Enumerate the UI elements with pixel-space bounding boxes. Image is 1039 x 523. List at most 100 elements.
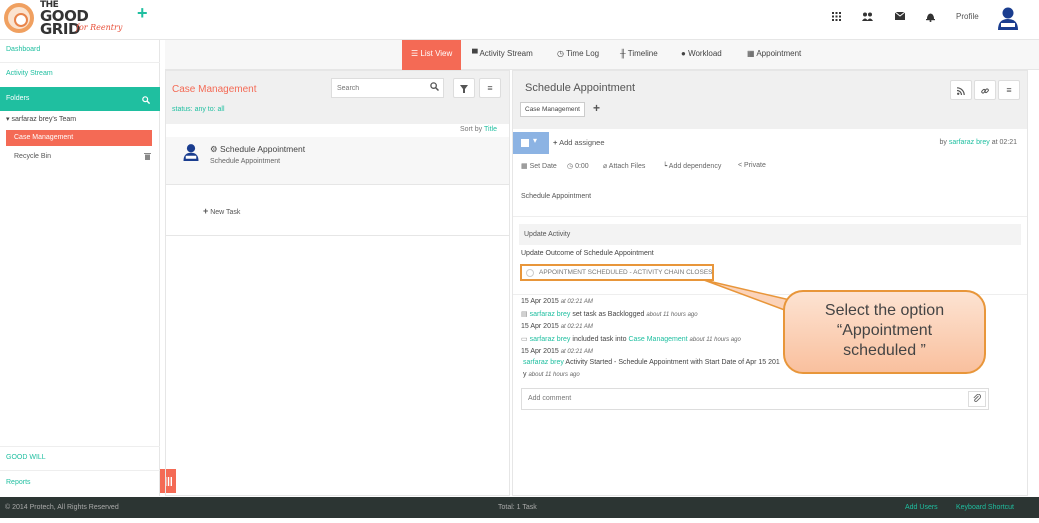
attach-button[interactable] (968, 391, 986, 407)
log-user-link[interactable]: sarfaraz brey (523, 359, 564, 366)
attach-files-button[interactable]: ⌀ Attach Files (603, 162, 645, 170)
add-assignee-button[interactable]: + Add assignee (553, 138, 605, 147)
add-users-link[interactable]: Add Users (905, 497, 938, 518)
sidebar-item-dashboard[interactable]: Dashboard (6, 46, 40, 53)
log-user-link[interactable]: sarfaraz brey (530, 336, 571, 343)
created-by: by sarfaraz brey at 02:21 (940, 139, 1017, 146)
status-checkbox-dropdown[interactable] (513, 132, 549, 154)
time-value: 0:00 (575, 163, 589, 170)
task-avatar (182, 143, 200, 161)
set-date-label: Set Date (529, 163, 557, 170)
log-ago: about 11 hours ago (528, 372, 580, 378)
new-task-button[interactable]: + New Task (203, 206, 240, 216)
log-entry: ▭ sarfaraz brey included task into Case … (521, 335, 741, 343)
tab-label: Workload (688, 49, 722, 58)
appointment-scheduled-option[interactable]: APPOINTMENT SCHEDULED - ACTIVITY CHAIN C… (520, 264, 714, 281)
sort-control[interactable]: Sort by Title (460, 126, 497, 133)
sort-field[interactable]: Title (484, 126, 497, 133)
add-plus-icon[interactable]: + (137, 3, 148, 24)
divider (166, 235, 509, 236)
plus-icon: + (203, 206, 209, 216)
logo-subtitle: for Reentry (76, 23, 123, 32)
new-task-label: New Task (210, 209, 241, 216)
timeline-icon: ╫ (620, 49, 626, 58)
mail-icon[interactable] (894, 11, 906, 23)
search-input[interactable] (332, 79, 422, 97)
folder-tag[interactable]: Case Management (520, 102, 585, 117)
search-icon[interactable] (430, 82, 440, 93)
profile-link[interactable]: Profile (956, 12, 979, 21)
bell-icon[interactable] (926, 12, 935, 25)
filter-icon (460, 83, 468, 93)
set-date-button[interactable]: ▦ Set Date (521, 162, 557, 170)
sidebar-item-good-will[interactable]: GOOD WILL (6, 454, 46, 461)
sidebar-item-reports[interactable]: Reports (6, 479, 31, 486)
paperclip-icon: ⌀ (603, 163, 608, 170)
task-title[interactable]: ⚙ Schedule Appointment (210, 144, 305, 155)
task-description[interactable]: Schedule Appointment (521, 193, 591, 200)
task-detail-title[interactable]: Schedule Appointment (525, 82, 635, 94)
caret-down-icon: ▾ (6, 116, 10, 123)
view-tabs: ☰ List View ▀ Activity Stream ◷ Time Log… (165, 40, 1039, 70)
update-activity-header: Update Activity (519, 224, 1021, 245)
calendar-icon: ▦ (747, 49, 755, 58)
keyboard-shortcut-link[interactable]: Keyboard Shortcut (956, 497, 1014, 518)
sidebar-divider (0, 62, 160, 63)
task-list-panel: Case Management status: any to: all ≡ So… (165, 70, 510, 496)
footer: © 2014 Protech, All Rights Reserved Tota… (0, 497, 1039, 518)
sidebar-folders-header[interactable]: Folders (0, 87, 160, 111)
attach-files-label: Attach Files (608, 163, 646, 170)
log-folder-link[interactable]: Case Management (628, 336, 687, 343)
tab-time-log[interactable]: ◷ Time Log (557, 40, 599, 70)
task-subtitle: Schedule Appointment (210, 158, 281, 165)
copyright: © 2014 Protech, All Rights Reserved (5, 504, 119, 511)
sidebar-item-recycle-bin[interactable]: Recycle Bin (14, 153, 51, 160)
users-icon[interactable] (862, 12, 873, 24)
trash-icon[interactable] (144, 152, 151, 162)
rss-button[interactable] (950, 80, 972, 100)
menu-button[interactable]: ≡ (998, 80, 1020, 100)
log-user-link[interactable]: sarfaraz brey (530, 311, 571, 318)
dependency-icon: ┕ (663, 163, 668, 170)
task-total: Total: 1 Task (498, 504, 537, 511)
callout-line: “Appointment (836, 322, 933, 339)
task-row[interactable]: ⚙ Schedule Appointment Schedule Appointm… (166, 137, 509, 185)
menu-button[interactable]: ≡ (479, 78, 501, 98)
sidebar-item-case-management[interactable]: Case Management (6, 130, 152, 146)
log-ago: about 11 hours ago (646, 312, 698, 318)
comment-input[interactable]: Add comment (521, 388, 989, 410)
link-button[interactable] (974, 80, 996, 100)
gears-icon: ⚙ (210, 144, 218, 154)
private-button[interactable]: < Private (738, 162, 766, 169)
search-icon[interactable] (142, 87, 151, 111)
status-filter[interactable]: status: any to: all (172, 106, 225, 113)
log-entry-continued: y about 11 hours ago (523, 371, 580, 378)
avatar[interactable] (996, 6, 1020, 30)
tab-timeline[interactable]: ╫ Timeline (620, 40, 658, 70)
tab-appointment[interactable]: ▦ Appointment (747, 40, 801, 70)
add-tag-button[interactable]: + (593, 101, 600, 115)
add-assignee-label: Add assignee (559, 138, 605, 147)
tab-activity-stream[interactable]: ▀ Activity Stream (472, 40, 533, 70)
tab-list-view[interactable]: ☰ List View (402, 40, 462, 70)
creator-link[interactable]: sarfaraz brey (949, 139, 990, 146)
sidebar-item-activity-stream[interactable]: Activity Stream (6, 70, 53, 77)
update-outcome-label: Update Outcome of Schedule Appointment (521, 250, 654, 257)
sidebar-team[interactable]: ▾ sarfaraz brey's Team (6, 115, 76, 123)
link-icon (981, 85, 989, 95)
add-dependency-button[interactable]: ┕ Add dependency (663, 162, 721, 170)
tab-label: List View (420, 49, 453, 58)
callout-line: Select the option (824, 302, 945, 319)
time-tracker-button[interactable]: ◷ 0:00 (567, 162, 589, 170)
radio-button[interactable] (526, 269, 534, 277)
tab-workload[interactable]: ● Workload (681, 40, 722, 70)
folders-label: Folders (6, 95, 30, 102)
log-text: Activity Started - Schedule Appointment … (565, 359, 780, 366)
share-icon: < (738, 162, 743, 169)
apps-grid-icon[interactable] (832, 12, 841, 24)
list-icon: ☰ (411, 49, 419, 58)
comment-icon: ▀ (472, 49, 478, 58)
filter-button[interactable] (453, 78, 475, 98)
menu-icon: ≡ (1006, 85, 1012, 95)
paperclip-icon (973, 394, 981, 403)
